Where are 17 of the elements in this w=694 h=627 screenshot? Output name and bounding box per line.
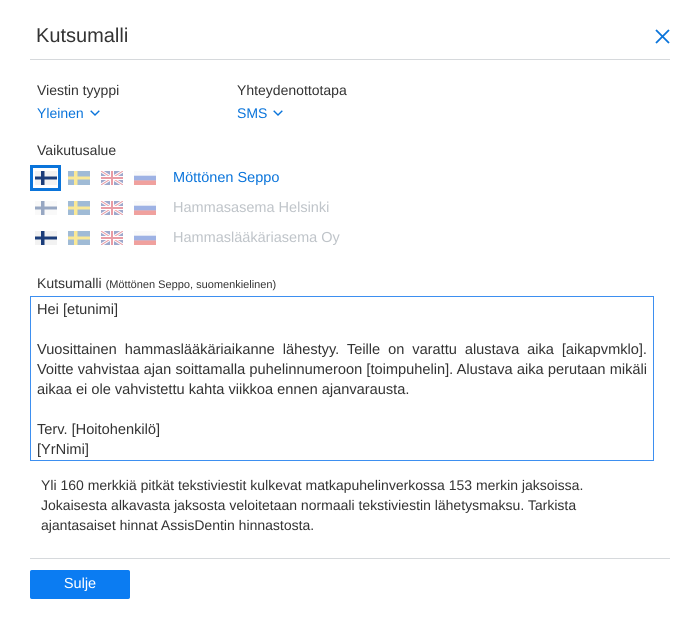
close-button[interactable]	[655, 29, 670, 44]
dropdown-button[interactable]: Yleinen	[37, 103, 100, 123]
chevron-down-icon	[273, 110, 284, 116]
field-note: (Möttönen Seppo, suomenkielinen)	[106, 278, 276, 293]
close-dialog-button[interactable]: Sulje	[30, 570, 130, 599]
scope-name[interactable]: Möttönen Seppo	[173, 168, 280, 188]
close-icon	[655, 29, 670, 44]
section-label: Vaikutusalue	[37, 141, 118, 160]
message-textarea[interactable]: Hei [etunimi] Vuosittainen hammaslääkäriaikanne lähestyy. Teille on varattu alustava aika [aikapvmklo]. Voitte vahvistaa ajan soittamalla puhelinnumeroon [toimpuhelin]. Alustava aika perutaan mikäli aikaa ei ole vahvistettu kahta viikkoa ennen ajanvarausta. Terv. [Hoitohenkilö] [YrNimi]	[30, 296, 654, 461]
info-paragraph: Yli 160 merkkiä pitkät tekstiviestit kulkevat matkapuhelinverkossa 153 merkin jaksoissa. Jokaisesta alkavasta jaksosta veloitetaan normaali tekstiviestin lähetysmaksu. Tarkista ajantasaiset hinnat AssisDentin hinnastosta.	[40, 476, 584, 535]
field-label: Yhteydenottotapa	[237, 81, 347, 100]
field-label: Viestin tyyppi	[37, 81, 120, 100]
dropdown-button[interactable]: SMS	[237, 103, 284, 123]
language-flag-button[interactable]	[30, 165, 61, 191]
chevron-down-icon	[90, 110, 100, 116]
dialog-title: Kutsumalli	[35, 24, 128, 49]
field-label: Kutsumalli	[37, 274, 102, 292]
